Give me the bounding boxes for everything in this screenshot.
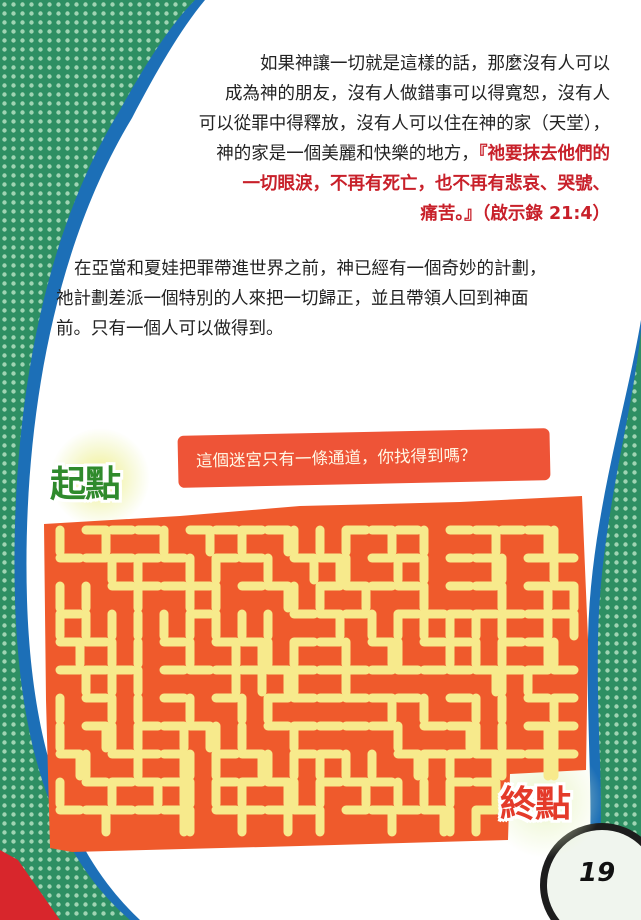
- maze-prompt-banner: 這個迷宮只有一條通道，你找得到嗎？: [177, 428, 551, 488]
- maze-start-label: 起點: [50, 464, 121, 505]
- maze-end-label: 終點: [500, 784, 571, 825]
- maze-prompt: 這個迷宮只有一條通道，你找得到嗎？: [195, 445, 477, 471]
- page-number: 19: [579, 858, 616, 888]
